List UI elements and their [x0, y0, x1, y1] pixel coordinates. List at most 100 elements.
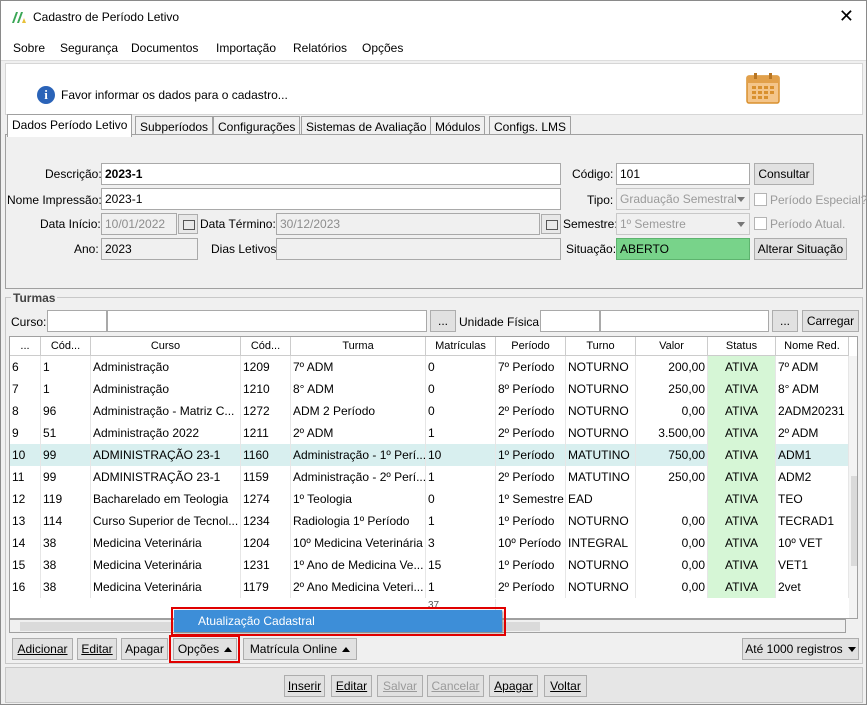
editar-bottom-button[interactable]: Editar	[331, 675, 372, 697]
table-row[interactable]: 9 51 Administração 2022 1211 2º ADM 1 2º Perío…	[10, 422, 857, 444]
table-row[interactable]: 10 99 ADMINISTRAÇÃO 23-1 1160 Administração …	[10, 444, 857, 466]
grid-vertical-scrollbar[interactable]	[849, 356, 857, 618]
cell-nome-red[interactable]: 2º ADM	[776, 422, 849, 444]
cell-status[interactable]: ATIVA	[708, 510, 776, 532]
cell-valor[interactable]: 250,00	[636, 466, 708, 488]
cell-curso[interactable]: Administração	[91, 378, 241, 400]
cell-cod-turma[interactable]: 1234	[241, 510, 291, 532]
cell-cod-curso[interactable]: 1	[41, 356, 91, 378]
cell-periodo[interactable]: 2º Período	[496, 466, 566, 488]
cell-matriculas[interactable]: 3	[426, 532, 496, 554]
close-icon[interactable]: ✕	[839, 6, 854, 27]
cell-cod-curso[interactable]: 119	[41, 488, 91, 510]
cell-turma[interactable]: ADM 2 Período	[291, 400, 426, 422]
cell-status[interactable]: ATIVA	[708, 378, 776, 400]
cell-index[interactable]: 8	[10, 400, 41, 422]
registros-limit-select[interactable]: Até 1000 registros	[742, 638, 859, 660]
col-header-turma[interactable]: Turma	[291, 337, 426, 356]
cell-cod-turma[interactable]: 1204	[241, 532, 291, 554]
table-row[interactable]: 11 99 ADMINISTRAÇÃO 23-1 1159 Administração …	[10, 466, 857, 488]
nome-impressao-field[interactable]: 2023-1	[101, 188, 561, 210]
cell-curso[interactable]: Administração - Matriz C...	[91, 400, 241, 422]
cell-status[interactable]: ATIVA	[708, 466, 776, 488]
salvar-button[interactable]: Salvar	[377, 675, 423, 697]
tab-configs-lms[interactable]: Configs. LMS	[489, 116, 572, 136]
col-header-valor[interactable]: Valor	[636, 337, 708, 356]
cell-turma[interactable]: Administração - 1º Perí...	[291, 444, 426, 466]
cell-periodo[interactable]: 1º Semestre	[496, 488, 566, 510]
cell-cod-curso[interactable]: 114	[41, 510, 91, 532]
semestre-select[interactable]: 1º Semestre	[616, 213, 750, 235]
cell-status[interactable]: ATIVA	[708, 554, 776, 576]
col-header-turno[interactable]: Turno	[566, 337, 636, 356]
cell-nome-red[interactable]: 2vet	[776, 576, 849, 598]
voltar-button[interactable]: Voltar	[544, 675, 587, 697]
cell-turno[interactable]: NOTURNO	[566, 422, 636, 444]
cell-turma[interactable]: 1º Teologia	[291, 488, 426, 510]
table-row[interactable]: 16 38 Medicina Veterinária 1179 2º Ano Medic…	[10, 576, 857, 598]
cell-matriculas[interactable]: 15	[426, 554, 496, 576]
cell-index[interactable]: 13	[10, 510, 41, 532]
cell-matriculas[interactable]: 1	[426, 576, 496, 598]
cell-index[interactable]: 10	[10, 444, 41, 466]
cell-turno[interactable]: EAD	[566, 488, 636, 510]
cell-cod-curso[interactable]: 99	[41, 466, 91, 488]
cell-status[interactable]: ATIVA	[708, 488, 776, 510]
cell-nome-red[interactable]: 8° ADM	[776, 378, 849, 400]
col-header-periodo[interactable]: Período	[496, 337, 566, 356]
cell-turno[interactable]: INTEGRAL	[566, 532, 636, 554]
cell-curso[interactable]: ADMINISTRAÇÃO 23-1	[91, 444, 241, 466]
cell-turma[interactable]: 2º ADM	[291, 422, 426, 444]
cell-nome-red[interactable]: VET1	[776, 554, 849, 576]
cell-matriculas[interactable]: 1	[426, 422, 496, 444]
cell-curso[interactable]: Administração 2022	[91, 422, 241, 444]
cell-turma[interactable]: 2º Ano Medicina Veteri...	[291, 576, 426, 598]
menu-importacao[interactable]: Importação	[216, 41, 276, 55]
cancelar-button[interactable]: Cancelar	[427, 675, 484, 697]
cell-valor[interactable]: 0,00	[636, 576, 708, 598]
cell-cod-curso[interactable]: 38	[41, 576, 91, 598]
data-termino-calendar-icon[interactable]	[541, 214, 561, 234]
cell-matriculas[interactable]: 0	[426, 488, 496, 510]
cell-turma[interactable]: Administração - 2º Perí...	[291, 466, 426, 488]
col-header-cod-turma[interactable]: Cód...	[241, 337, 291, 356]
cell-valor[interactable]: 0,00	[636, 510, 708, 532]
alterar-situacao-button[interactable]: Alterar Situação	[754, 238, 847, 260]
cell-cod-turma[interactable]: 1210	[241, 378, 291, 400]
cell-matriculas[interactable]: 10	[426, 444, 496, 466]
cell-nome-red[interactable]: 7º ADM	[776, 356, 849, 378]
col-header-status[interactable]: Status	[708, 337, 776, 356]
data-inicio-field[interactable]: 10/01/2022	[101, 213, 177, 235]
curso-name-input[interactable]	[107, 310, 427, 332]
cell-curso[interactable]: Medicina Veterinária	[91, 532, 241, 554]
curso-search-button[interactable]: ...	[430, 310, 456, 332]
cell-valor[interactable]: 3.500,00	[636, 422, 708, 444]
cell-turma[interactable]: Radiologia 1º Período	[291, 510, 426, 532]
menu-documentos[interactable]: Documentos	[131, 41, 198, 55]
table-row[interactable]: 8 96 Administração - Matriz C... 1272 ADM 2 …	[10, 400, 857, 422]
cell-status[interactable]: ATIVA	[708, 532, 776, 554]
tab-sistemas-avaliacao[interactable]: Sistemas de Avaliação	[301, 116, 432, 136]
cell-status[interactable]: ATIVA	[708, 576, 776, 598]
cell-status[interactable]: ATIVA	[708, 400, 776, 422]
menu-sobre[interactable]: Sobre	[13, 41, 45, 55]
cell-periodo[interactable]: 8º Período	[496, 378, 566, 400]
cell-cod-curso[interactable]: 99	[41, 444, 91, 466]
cell-periodo[interactable]: 2º Período	[496, 576, 566, 598]
cell-turma[interactable]: 8° ADM	[291, 378, 426, 400]
cell-turno[interactable]: NOTURNO	[566, 356, 636, 378]
cell-turno[interactable]: MATUTINO	[566, 444, 636, 466]
cell-curso[interactable]: Medicina Veterinária	[91, 554, 241, 576]
table-row[interactable]: 7 1 Administração 1210 8° ADM 0 8º Período NOTU…	[10, 378, 857, 400]
cell-turno[interactable]: NOTURNO	[566, 378, 636, 400]
cell-valor[interactable]: 200,00	[636, 356, 708, 378]
adicionar-button[interactable]: Adicionar	[12, 638, 73, 660]
cell-index[interactable]: 6	[10, 356, 41, 378]
data-inicio-calendar-icon[interactable]	[178, 214, 198, 234]
tab-dados-periodo[interactable]: Dados Período Letivo	[7, 114, 133, 137]
cell-valor[interactable]: 0,00	[636, 400, 708, 422]
cell-curso[interactable]: Bacharelado em Teologia	[91, 488, 241, 510]
matricula-online-button[interactable]: Matrícula Online	[243, 638, 357, 660]
cell-nome-red[interactable]: ADM2	[776, 466, 849, 488]
cell-curso[interactable]: Curso Superior de Tecnol...	[91, 510, 241, 532]
